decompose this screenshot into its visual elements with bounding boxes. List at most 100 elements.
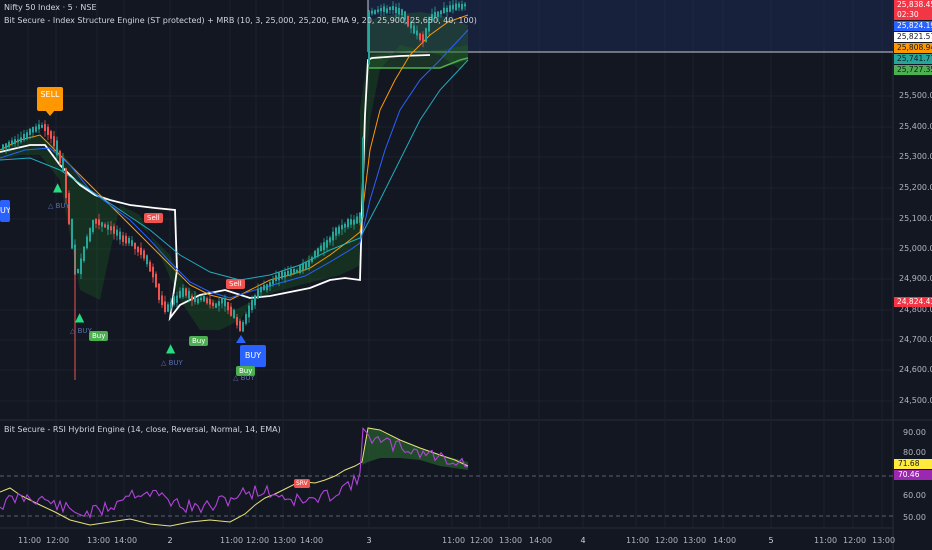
candle-body	[356, 216, 358, 224]
candle-body	[167, 304, 169, 312]
candle-body	[242, 322, 244, 332]
candle-body	[164, 301, 166, 312]
candle-body	[131, 240, 133, 246]
candle-body	[425, 28, 427, 42]
candle-body	[161, 295, 163, 306]
candle-body	[371, 10, 373, 14]
candle-body	[296, 269, 298, 274]
time-tick-label: 5	[768, 536, 774, 545]
candle-body	[23, 133, 25, 141]
candle-body	[245, 314, 247, 324]
price-badge: 25,727.35	[894, 65, 932, 75]
candle-body	[233, 309, 235, 319]
time-tick-label: 14:00	[529, 536, 553, 545]
candle-body	[278, 272, 280, 281]
time-tick-label: 13:00	[872, 536, 896, 545]
time-tick-label: 14:00	[713, 536, 737, 545]
candle-body	[392, 6, 394, 10]
candle-body	[188, 290, 190, 299]
time-tick-label: 3	[366, 536, 372, 545]
chart-window: Nifty 50 Index · 5 · NSE Bit Secure - In…	[0, 0, 932, 550]
candle-body	[332, 231, 334, 241]
symbol-title[interactable]: Nifty 50 Index · 5 · NSE	[4, 3, 97, 12]
buy-signal-label-left: UY	[0, 200, 10, 222]
candle-body	[71, 218, 73, 249]
candle-body	[299, 265, 301, 274]
rsi-indicator-title[interactable]: Bit Secure - RSI Hybrid Engine (14, clos…	[4, 425, 281, 434]
buy-triangle-text-4: △ BUY	[233, 374, 255, 382]
candle-body	[275, 275, 277, 282]
time-tick-label: 12:00	[470, 536, 494, 545]
buy-triangle-text-3: △ BUY	[161, 359, 183, 367]
candle-body	[170, 302, 172, 309]
candle-body	[191, 295, 193, 301]
rsi-tick-label: 80.00	[903, 448, 926, 457]
candle-body	[101, 222, 103, 227]
candle-body	[29, 128, 31, 135]
price-tick-label: 24,700.00	[899, 335, 932, 344]
time-tick-label: 14:00	[114, 536, 138, 545]
candle-body	[341, 224, 343, 230]
indicator-title[interactable]: Bit Secure - Index Structure Engine (ST …	[4, 16, 477, 25]
price-chart[interactable]	[0, 0, 932, 550]
candle-body	[224, 297, 226, 307]
candle-body	[38, 124, 40, 130]
candle-body	[314, 250, 316, 259]
candle-body	[461, 3, 463, 10]
price-badge: 25,824.19	[894, 21, 932, 31]
buy-signal-label: BUY	[240, 345, 266, 367]
grid-lines	[0, 0, 893, 528]
price-tick-label: 25,500.00	[899, 91, 932, 100]
candle-body	[326, 240, 328, 248]
candle-body	[20, 137, 22, 143]
time-tick-label: 12:00	[843, 536, 867, 545]
candle-body	[11, 140, 13, 145]
time-tick-label: 12:00	[46, 536, 70, 545]
candle-body	[311, 257, 313, 262]
buy-triangle-icon-1: ▲	[53, 180, 63, 194]
candle-body	[350, 219, 352, 225]
candle-body	[218, 301, 220, 306]
candle-body	[2, 144, 4, 150]
candle-body	[89, 228, 91, 242]
price-badge: 24,824.43	[894, 297, 932, 307]
candle-body	[152, 266, 154, 278]
candle-body	[173, 296, 175, 305]
candle-body	[236, 316, 238, 326]
candle-body	[35, 126, 37, 132]
candle-body	[56, 140, 58, 156]
candle-body	[263, 284, 265, 291]
rsi-badge: 70.46	[894, 470, 932, 480]
candle-body	[119, 231, 121, 240]
candle-body	[452, 4, 454, 10]
candle-body	[320, 245, 322, 252]
candle-body	[206, 298, 208, 304]
candle-body	[269, 282, 271, 287]
candle-body	[92, 219, 94, 232]
candle-body	[194, 296, 196, 302]
buy-small-label-2: Buy	[189, 336, 209, 346]
price-tick-label: 24,500.00	[899, 396, 932, 405]
candle-body	[197, 298, 199, 304]
time-tick-label: 13:00	[87, 536, 111, 545]
candle-body	[449, 5, 451, 12]
candle-body	[266, 284, 268, 291]
time-tick-label: 11:00	[442, 536, 466, 545]
price-tick-label: 25,000.00	[899, 244, 932, 253]
candle-body	[65, 168, 67, 199]
candle-body	[416, 30, 418, 36]
candle-body	[86, 236, 88, 249]
candle-body	[83, 246, 85, 262]
buy-signal-pointer	[236, 335, 246, 343]
time-tick-label: 13:00	[683, 536, 707, 545]
candle-body	[77, 268, 79, 274]
candle-body	[17, 139, 19, 143]
candle-body	[302, 263, 304, 271]
candle-body	[149, 261, 151, 272]
price-badge: 02:30	[894, 10, 932, 20]
candle-body	[257, 288, 259, 299]
price-tick-label: 25,400.00	[899, 122, 932, 131]
candle-body	[251, 299, 253, 311]
candle-body	[227, 302, 229, 311]
rsi-tick-label: 90.00	[903, 428, 926, 437]
